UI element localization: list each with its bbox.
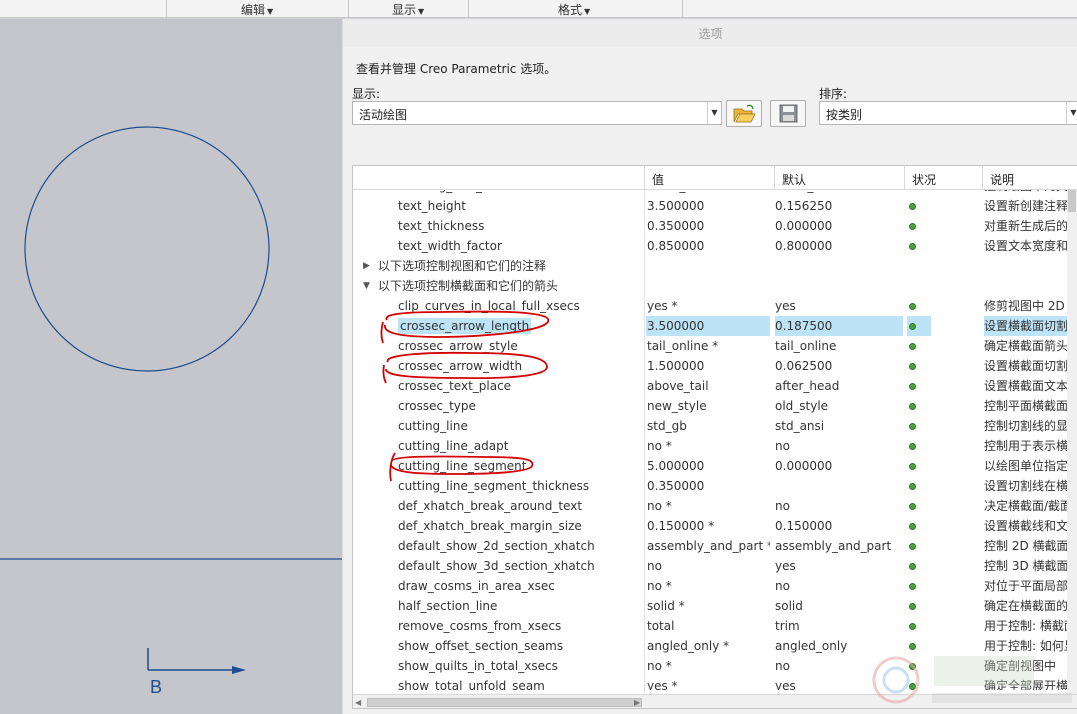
annotation-circle	[389, 452, 534, 482]
annotation-circle	[380, 310, 550, 344]
format-menu[interactable]: 格式 ▼	[558, 1, 590, 18]
view-menu[interactable]: 显示 ▼	[392, 1, 424, 18]
toolbar-separator	[682, 0, 683, 18]
options-dialog: 选项 查看并管理 Creo Parametric 选项。 显示: 活动绘图 ▼ …	[342, 19, 1077, 714]
ribbon-toolbar: 编辑 ▼ 显示 ▼ 格式 ▼	[0, 0, 1077, 18]
toolbar-separator	[348, 0, 349, 18]
caret-down-icon: ▼	[418, 7, 425, 16]
section-arrow-head	[232, 666, 246, 674]
caret-down-icon: ▼	[584, 7, 591, 16]
site-watermark	[868, 648, 1077, 714]
view-menu-label: 显示	[392, 3, 417, 17]
annotation-marks	[380, 310, 550, 482]
section-label: B	[150, 677, 163, 697]
drawing-canvas[interactable]: B	[0, 19, 342, 714]
annotation-circle	[382, 351, 548, 384]
edit-menu[interactable]: 编辑 ▼	[241, 1, 273, 18]
sketch-circle	[24, 126, 270, 372]
edit-menu-label: 编辑	[241, 3, 266, 17]
toolbar-separator	[468, 0, 469, 18]
watermark-logo-icon	[872, 656, 1072, 704]
drawing-sketch	[0, 126, 342, 674]
format-menu-label: 格式	[558, 3, 583, 17]
caret-down-icon: ▼	[267, 7, 274, 16]
toolbar-separator	[166, 0, 167, 18]
